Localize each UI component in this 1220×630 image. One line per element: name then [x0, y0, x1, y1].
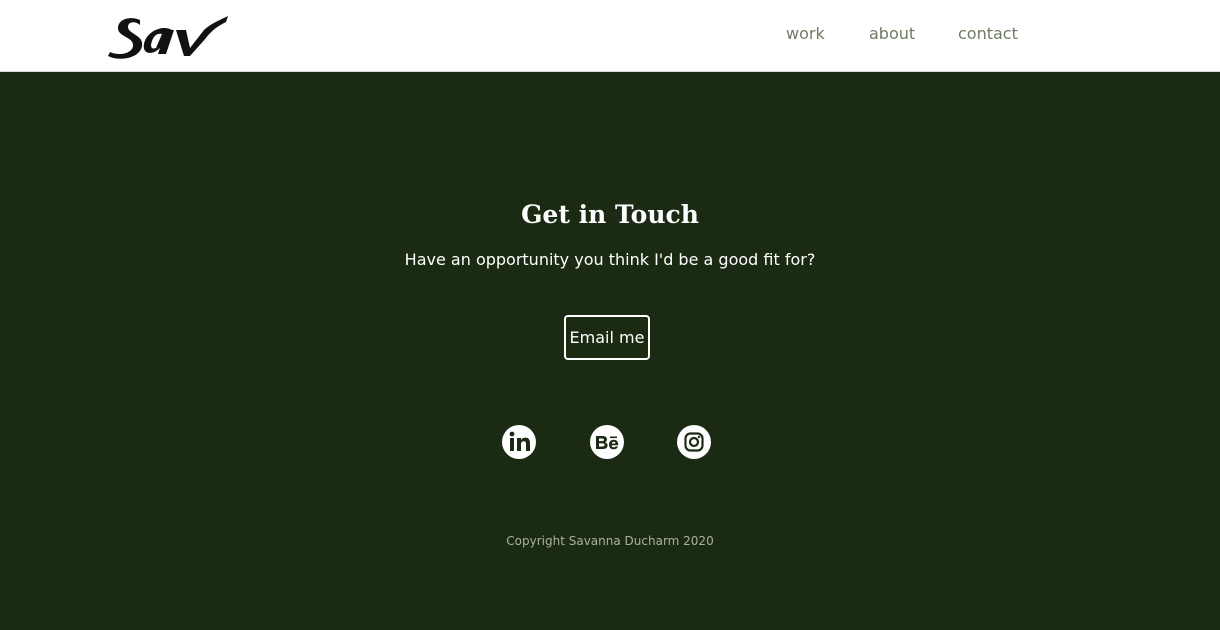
nav-work[interactable]: work	[786, 24, 825, 43]
contact-section: Get in Touch Have an opportunity you thi…	[0, 72, 1220, 630]
copyright-text: Copyright Savanna Ducharm 2020	[506, 534, 714, 548]
linkedin-icon[interactable]	[502, 425, 536, 459]
email-me-button[interactable]: Email me	[564, 315, 650, 360]
site-header: work about contact	[0, 0, 1220, 72]
sav-logo-icon	[108, 16, 228, 59]
nav-contact[interactable]: contact	[958, 24, 1018, 43]
behance-icon[interactable]	[590, 425, 624, 459]
page-title: Get in Touch	[521, 200, 699, 229]
contact-subtitle: Have an opportunity you think I'd be a g…	[404, 250, 816, 269]
nav-about[interactable]: about	[869, 24, 915, 43]
instagram-icon[interactable]	[677, 425, 711, 459]
logo[interactable]	[106, 10, 232, 62]
